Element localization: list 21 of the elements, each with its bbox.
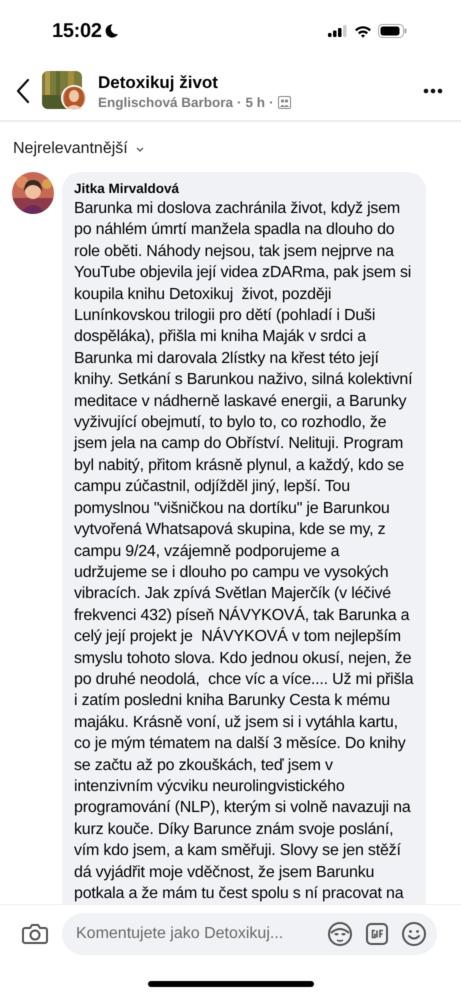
gif-icon[interactable]	[365, 922, 389, 946]
commenter-name[interactable]: Jitka Mirvaldová	[74, 181, 180, 196]
group-title[interactable]: Detoxikuj život	[98, 72, 419, 92]
separator: ·	[237, 94, 242, 110]
battery-icon	[378, 24, 407, 38]
comment-text: Barunka mi doslova zachránila život, když jsem po náhlém úmrtí manžela spadla na dlouho do role oběti. Náhody nejsou, tak jsem nejprve na YouTube objevila její videa zDARma, pak jsem si koupila knihu Detoxikuj život, později Lunínkovskou trilogii pro dětí (pohladí i Duši dospěláka), přišla mi kniha Maják v srdci a Barunka mi darovala 2lístky na křest této její knihy. Setkání s Barunkou naživo, silná kolektivní meditace v nádherně laskavé energii, a Barunky vyživující obejmutí, to bylo to, co rozhodlo, že jsem jela na camp do Obříství. Nelituji. Program byl nabitý, přitom krásně plynul, a každý, kdo se campu zúčastnil, odjížděl jiný, lepší. Tou pomyslnou "višničkou na dortíku" je Barunkou vytvořená Whatsapová skupina, kde se my, z campu 9/24, vzájemně podporujeme a udržujeme se i dlouho po campu ve vysokých vibracích. Jak zpívá Světlan Majerčík (v léčivé frekvenci 432) píseň NÁVYKOVÁ, tak Barunka a celý její projekt je NÁVYKOVÁ v tom nejlepším smyslu tohoto slova. Kdo jednou okusí, nejen, že po druhé neodolá, chce víc a více.... Už mi přišla i zatím posledni kniha Barunky Cesta k mému majáku. Krásně voní, už jsem si i vytáhla kartu, co je mým tématem na další 3 měsíce. Do knihy se začtu až po zkouškách, teď jsem v intenzivním výcviku neurolingvistického programování (NLP), kterým si volně navazuji na kurz kouče. Díky Barunce znám svoje poslání, vím kdo jsem, a kam směřuji. Slovy se jen stěží dá vyjádřit moje vděčnost, že jsem Barunku potkala a že mám tu čest spolu s ní pracovat na	[74, 199, 414, 904]
comment-field[interactable]: Komentujete jako Detoxikuj...	[76, 925, 315, 943]
comment-bar[interactable]: Komentujete jako Detoxikuj...	[62, 913, 437, 955]
separator: ·	[269, 94, 274, 110]
moon-icon	[104, 23, 119, 39]
caret-icon	[136, 146, 144, 152]
sort-dropdown[interactable]: Nejrelevantnější	[12, 132, 144, 158]
signal-icon	[328, 25, 348, 37]
wifi-icon	[354, 24, 372, 38]
group-icon	[278, 96, 291, 108]
post-time: 5 h	[246, 94, 266, 110]
more-icon	[423, 88, 443, 94]
emoji-icon[interactable]	[401, 921, 427, 947]
author-name[interactable]: Englischová Barbora	[98, 94, 234, 110]
clock-time: 15:02	[52, 20, 102, 42]
avatar-sticker-icon[interactable]	[327, 921, 353, 947]
